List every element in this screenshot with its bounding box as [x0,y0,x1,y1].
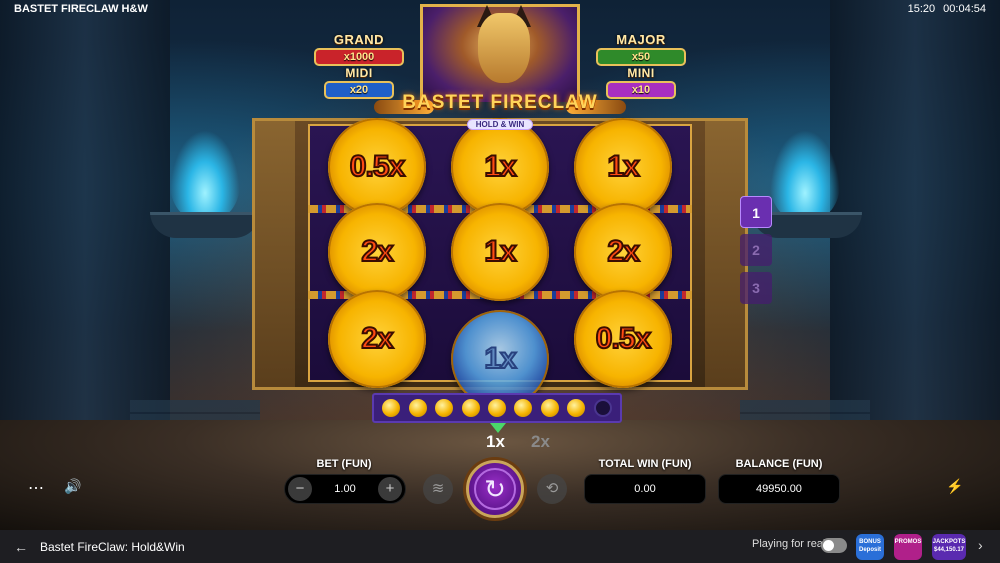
coin-r3c1: 2x [328,290,426,388]
chevron-right-icon[interactable]: › [978,537,983,553]
bet-increase-button[interactable]: + [378,477,402,501]
progress-coin [382,399,401,417]
promos-badge[interactable]: PROMOS [894,534,922,560]
turbo-icon[interactable]: ⚡ [946,478,963,495]
spin-icon: ↻ [474,468,516,510]
coin-stack-icon[interactable]: ≋ [423,474,453,504]
bonus-deposit-badge[interactable]: BONUS Deposit [856,534,884,560]
coin-r3c3: 0.5x [574,290,672,388]
jackpot-midi-name: MIDI [345,66,373,80]
coin-value: 1x [483,149,517,184]
progress-slot-empty [593,399,612,417]
bastet-face [478,13,530,83]
multiplier-current: 1x [486,432,505,451]
progress-coin [461,399,480,417]
total-win-label: TOTAL WIN (FUN) [598,458,692,470]
progress-coin [408,399,427,417]
bet-value: 1.00 [334,483,356,495]
multiplier-next: 2x [531,432,550,451]
coin-r2c1: 2x [328,203,426,301]
jackpot-major-name: MAJOR [616,32,666,47]
right-pillar [830,0,1000,420]
jackpot-grand-name: GRAND [333,32,385,47]
footer-bar: ← Bastet FireClaw: Hold&Win Playing for … [0,530,1000,563]
bet-label: BET (FUN) [316,458,372,470]
jackpot-major-value: x50 [596,48,686,66]
balance-value: 49950.00 [756,483,802,495]
left-blue-flame [170,130,240,220]
progress-coin [567,399,586,417]
jackpot-major: MAJOR x50 [594,32,688,66]
coin-value: 1x [606,149,640,184]
game-logo: BASTET FIRECLAW HOLD & WIN [372,92,628,130]
coin-value: 1x [483,341,517,376]
total-win-value: 0.00 [634,483,656,495]
total-win-field: 0.00 [584,474,706,504]
top-bar: BASTET FIRECLAW H&W 15:20 00:04:54 [0,0,1000,18]
jackpot-grand-value: x1000 [314,48,404,66]
left-pillar [0,0,170,420]
logo-title: BASTET FIRECLAW [402,92,598,113]
sound-icon[interactable]: 🔊 [64,478,81,495]
jackpot-mini-name: MINI [627,66,655,80]
coin-r1c3: 1x [574,118,672,216]
bastet-portrait [420,4,580,102]
balance-field: 49950.00 [718,474,840,504]
autoplay-icon[interactable]: ⟲ [537,474,567,504]
jackpots-badge[interactable]: JACKPOTS $44,150.17 [932,534,966,560]
coin-value: 2x [360,234,394,269]
jackpot-grand: GRAND x1000 [312,32,406,66]
window-title: BASTET FIRECLAW H&W [14,3,148,15]
reel-set-1[interactable]: 1 [740,196,772,228]
coin-r1c2: 1x [451,118,549,216]
menu-icon[interactable]: ⋯ [28,478,44,498]
progress-coin [540,399,559,417]
balance-label: BALANCE (FUN) [735,458,823,470]
coin-value: 2x [360,321,394,356]
reel-set-2[interactable]: 2 [740,234,772,266]
logo-subtitle: HOLD & WIN [466,119,534,130]
clock: 15:20 [907,3,936,15]
progress-coin [435,399,454,417]
right-blue-flame [770,130,840,220]
footer-game-title: Bastet FireClaw: Hold&Win [40,539,185,554]
coin-r1c1: 0.5x [328,118,426,216]
coin-value: 1x [483,234,517,269]
coin-r2c2: 1x [451,203,549,301]
coin-r2c3: 2x [574,203,672,301]
reel-set-3[interactable]: 3 [740,272,772,304]
progress-coin [514,399,533,417]
frame-right-column [705,121,745,387]
left-brazier [150,212,260,238]
respin-progress [372,393,622,423]
frame-left-column [255,121,295,387]
back-arrow-icon[interactable]: ← [10,536,32,558]
progress-coin [487,399,506,417]
playing-for-real-label: Playing for real [752,538,826,550]
session-timer: 00:04:54 [943,3,986,15]
coin-value: 0.5x [595,321,652,356]
coin-value: 2x [606,234,640,269]
play-for-real-toggle[interactable] [821,538,847,553]
spin-button[interactable]: ↻ [466,460,524,518]
bet-decrease-button[interactable]: − [288,477,312,501]
coin-value: 0.5x [349,149,406,184]
